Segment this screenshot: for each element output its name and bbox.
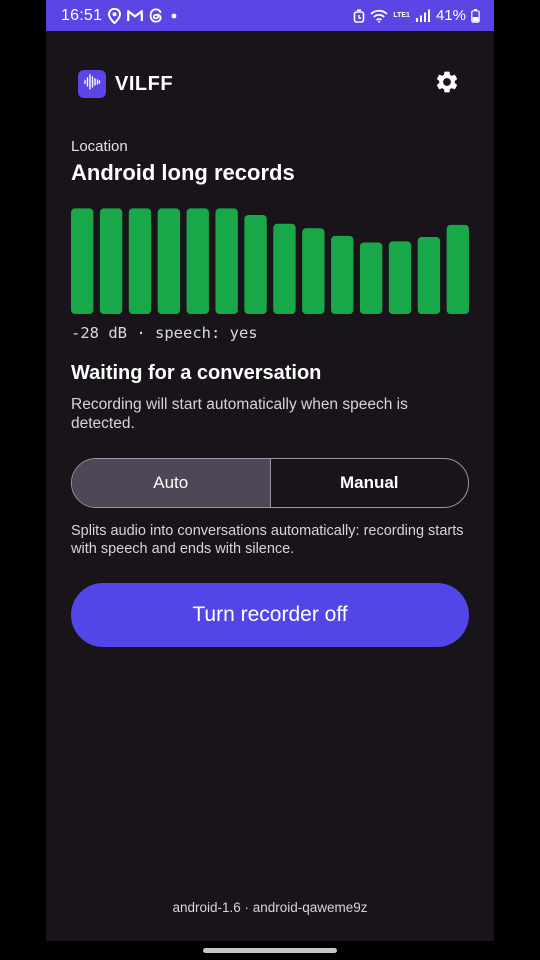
- mode-auto-button[interactable]: Auto: [72, 459, 270, 507]
- meter-bar: [99, 208, 123, 314]
- status-bar: 16:51 LTE1 41%: [46, 0, 494, 31]
- recorder-status-title: Waiting for a conversation: [71, 362, 322, 384]
- meter-bar: [215, 208, 238, 314]
- meter-bar: [186, 208, 209, 314]
- settings-button[interactable]: [432, 69, 462, 99]
- app-logo: [78, 70, 106, 98]
- dot-icon: [169, 11, 179, 21]
- app-name: VILFF: [115, 72, 174, 95]
- meter-bar: [388, 241, 412, 314]
- mode-toggle: Auto Manual: [71, 458, 469, 508]
- meter-bar: [417, 237, 441, 314]
- gear-icon: [434, 69, 460, 100]
- audio-level-meter: [71, 208, 469, 314]
- wifi-icon: [370, 9, 388, 23]
- meter-bar: [244, 215, 267, 314]
- app-screen: 16:51 LTE1 41% VILFF Location Android lo…: [46, 0, 494, 960]
- location-icon: [108, 7, 122, 24]
- meter-bar: [128, 208, 152, 314]
- network-label: LTE1: [393, 12, 410, 19]
- alarm-icon: [353, 8, 365, 23]
- meter-bar: [359, 242, 383, 314]
- battery-icon: [471, 8, 480, 23]
- turn-recorder-off-button[interactable]: Turn recorder off: [71, 583, 469, 647]
- status-right: LTE1 41%: [353, 7, 480, 24]
- meter-bar: [273, 223, 296, 314]
- home-handle[interactable]: [203, 948, 337, 953]
- meter-readout: -28 dB · speech: yes: [71, 324, 258, 342]
- battery-percent: 41%: [435, 7, 466, 24]
- signal-icon: [415, 9, 431, 22]
- meter-bar: [446, 224, 469, 314]
- waveform-icon: [82, 72, 102, 97]
- gmail-icon: [127, 9, 143, 22]
- navigation-bar: [46, 941, 494, 960]
- meter-bar: [331, 235, 354, 314]
- mode-description: Splits audio into conversations automati…: [71, 523, 464, 557]
- location-name: Android long records: [71, 160, 295, 185]
- version-footer: android-1.6 · android-qaweme9z: [172, 900, 368, 915]
- location-label: Location: [71, 138, 128, 155]
- meter-bar: [157, 208, 181, 314]
- meter-bar: [71, 208, 94, 314]
- app-header: VILFF: [78, 69, 462, 99]
- meter-bar: [302, 228, 325, 314]
- mode-manual-button[interactable]: Manual: [269, 459, 469, 507]
- status-time: 16:51: [61, 6, 103, 24]
- recorder-status-description: Recording will start automatically when …: [71, 396, 408, 432]
- status-left: 16:51: [61, 7, 179, 25]
- threads-icon: [149, 8, 163, 23]
